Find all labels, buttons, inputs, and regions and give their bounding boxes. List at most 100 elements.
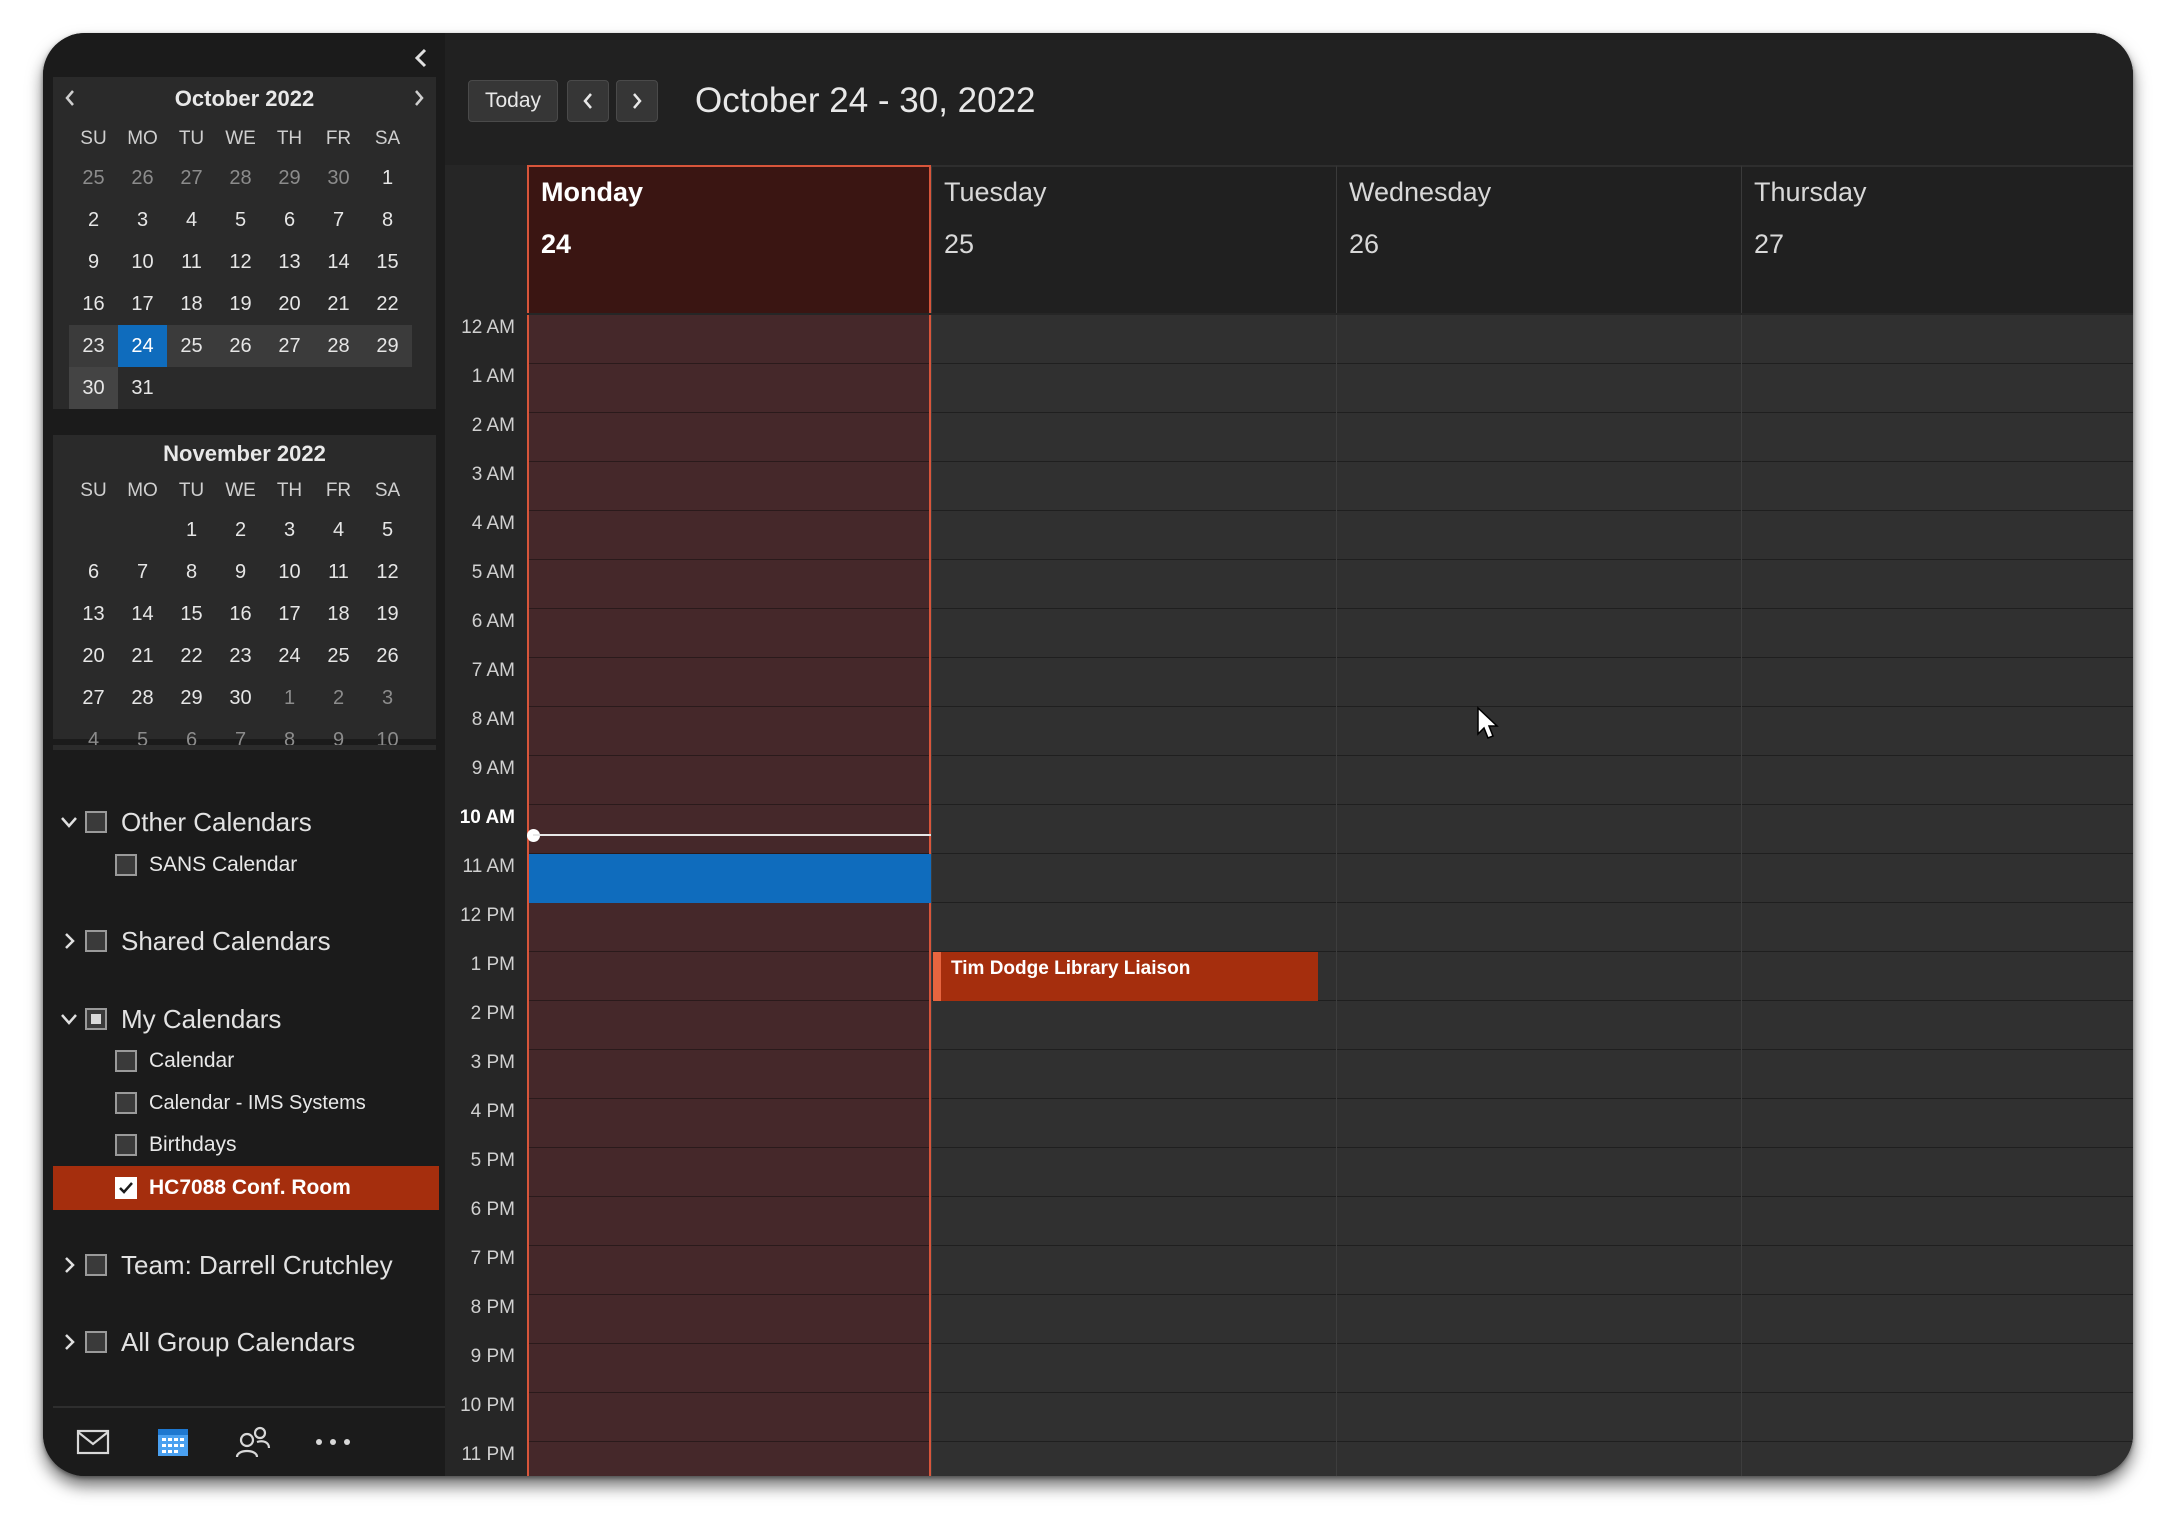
calendar-day[interactable]: 30 bbox=[314, 157, 363, 199]
time-slot[interactable] bbox=[1742, 315, 2133, 364]
calendar-day[interactable]: 5 bbox=[216, 199, 265, 241]
calendar-day[interactable]: 10 bbox=[265, 551, 314, 593]
calendar-day[interactable]: 25 bbox=[314, 635, 363, 677]
time-slot[interactable] bbox=[932, 756, 1336, 805]
calendar-day[interactable]: 3 bbox=[363, 677, 412, 719]
time-slot[interactable] bbox=[1337, 707, 1741, 756]
calendar-day[interactable]: 2 bbox=[216, 509, 265, 551]
time-slot[interactable] bbox=[1742, 952, 2133, 1001]
calendar-day[interactable]: 18 bbox=[167, 283, 216, 325]
group-checkbox[interactable] bbox=[85, 1008, 107, 1030]
time-slot[interactable] bbox=[529, 805, 929, 854]
calendar-day[interactable]: 13 bbox=[265, 241, 314, 283]
time-slot[interactable] bbox=[529, 707, 929, 756]
time-slot[interactable] bbox=[529, 952, 929, 1001]
calendar-day[interactable]: 19 bbox=[216, 283, 265, 325]
chevron-right-icon[interactable] bbox=[57, 1330, 81, 1354]
calendar-day[interactable]: 13 bbox=[69, 593, 118, 635]
time-slot[interactable] bbox=[529, 1442, 929, 1476]
calendar-day[interactable]: 27 bbox=[69, 677, 118, 719]
time-slot[interactable] bbox=[1742, 1344, 2133, 1393]
time-slot[interactable] bbox=[1337, 511, 1741, 560]
time-slot[interactable] bbox=[1742, 462, 2133, 511]
time-slot[interactable] bbox=[1337, 1197, 1741, 1246]
time-slot[interactable] bbox=[1337, 756, 1741, 805]
time-slot[interactable] bbox=[1742, 1099, 2133, 1148]
calendar-day[interactable]: 25 bbox=[167, 325, 216, 367]
calendar-day[interactable]: 12 bbox=[216, 241, 265, 283]
time-slot[interactable] bbox=[1742, 413, 2133, 462]
calendar-day[interactable]: 6 bbox=[69, 551, 118, 593]
calendar-day[interactable]: 9 bbox=[314, 719, 363, 761]
chevron-right-icon[interactable] bbox=[57, 1253, 81, 1277]
time-slot[interactable] bbox=[529, 462, 929, 511]
calendar-day[interactable]: 8 bbox=[167, 551, 216, 593]
calendar-day[interactable]: 2 bbox=[314, 677, 363, 719]
calendar-day[interactable]: 26 bbox=[118, 157, 167, 199]
calendar-day[interactable]: 6 bbox=[265, 199, 314, 241]
calendar-day[interactable]: 26 bbox=[216, 325, 265, 367]
time-slot[interactable] bbox=[529, 315, 929, 364]
group-team-darrell-crutchley[interactable]: Team: Darrell Crutchley bbox=[57, 1243, 393, 1287]
next-week-button[interactable] bbox=[616, 80, 658, 122]
calendar-day[interactable]: 3 bbox=[265, 509, 314, 551]
calendar-item-calendar[interactable]: Calendar bbox=[53, 1039, 439, 1083]
time-slot[interactable] bbox=[1742, 511, 2133, 560]
calendar-day[interactable]: 10 bbox=[363, 719, 412, 761]
time-slot[interactable] bbox=[932, 1050, 1336, 1099]
time-slot[interactable] bbox=[529, 756, 929, 805]
calendar-day[interactable]: 30 bbox=[216, 677, 265, 719]
calendar-day[interactable]: 20 bbox=[265, 283, 314, 325]
time-slot[interactable] bbox=[1337, 462, 1741, 511]
calendar-day[interactable]: 1 bbox=[167, 509, 216, 551]
group-other-calendars[interactable]: Other Calendars bbox=[57, 800, 312, 844]
time-slot[interactable] bbox=[1742, 1442, 2133, 1476]
prev-week-button[interactable] bbox=[567, 80, 609, 122]
calendar-day[interactable]: 1 bbox=[265, 677, 314, 719]
day-column-wednesday[interactable] bbox=[1336, 315, 1741, 1476]
time-slot[interactable] bbox=[1742, 609, 2133, 658]
time-slot[interactable] bbox=[1337, 854, 1741, 903]
time-slot[interactable] bbox=[932, 1393, 1336, 1442]
calendar-day[interactable]: 14 bbox=[314, 241, 363, 283]
calendar-day[interactable]: 3 bbox=[118, 199, 167, 241]
calendar-day[interactable]: 21 bbox=[314, 283, 363, 325]
calendar-checkbox[interactable] bbox=[115, 1134, 137, 1156]
chevron-down-icon[interactable] bbox=[57, 810, 81, 834]
calendar-day[interactable]: 17 bbox=[118, 283, 167, 325]
time-slot[interactable] bbox=[932, 1099, 1336, 1148]
calendar-day[interactable]: 12 bbox=[363, 551, 412, 593]
time-slot[interactable] bbox=[932, 364, 1336, 413]
calendar-day[interactable]: 24 bbox=[265, 635, 314, 677]
prev-month-button[interactable] bbox=[55, 83, 85, 113]
time-slot[interactable] bbox=[1742, 1001, 2133, 1050]
calendar-item-ims-systems[interactable]: Calendar - IMS Systems bbox=[53, 1081, 439, 1125]
calendar-day[interactable]: 25 bbox=[69, 157, 118, 199]
time-slot[interactable] bbox=[529, 1295, 929, 1344]
time-slot[interactable] bbox=[1742, 1197, 2133, 1246]
time-slot[interactable] bbox=[932, 1001, 1336, 1050]
time-slot[interactable] bbox=[1742, 1148, 2133, 1197]
time-slot[interactable] bbox=[932, 511, 1336, 560]
calendar-day[interactable]: 7 bbox=[314, 199, 363, 241]
next-month-button[interactable] bbox=[404, 83, 434, 113]
time-slot[interactable] bbox=[932, 903, 1336, 952]
calendar-day[interactable]: 9 bbox=[69, 241, 118, 283]
time-slot[interactable] bbox=[529, 364, 929, 413]
calendar-day[interactable]: 2 bbox=[69, 199, 118, 241]
calendar-day[interactable] bbox=[69, 509, 118, 551]
calendar-day[interactable] bbox=[363, 367, 412, 409]
time-slot[interactable] bbox=[1337, 658, 1741, 707]
calendar-day[interactable]: 16 bbox=[216, 593, 265, 635]
calendar-day[interactable]: 29 bbox=[363, 325, 412, 367]
time-slot[interactable] bbox=[529, 1001, 929, 1050]
calendar-day[interactable]: 16 bbox=[69, 283, 118, 325]
calendar-day[interactable]: 30 bbox=[69, 367, 118, 409]
time-slot[interactable] bbox=[932, 1148, 1336, 1197]
time-slot[interactable] bbox=[1742, 1393, 2133, 1442]
calendar-day[interactable]: 18 bbox=[314, 593, 363, 635]
calendar-checkbox[interactable] bbox=[115, 1177, 137, 1199]
calendar-day[interactable]: 26 bbox=[363, 635, 412, 677]
calendar-day[interactable]: 19 bbox=[363, 593, 412, 635]
day-header-tuesday[interactable]: Tuesday 25 bbox=[931, 165, 1336, 313]
